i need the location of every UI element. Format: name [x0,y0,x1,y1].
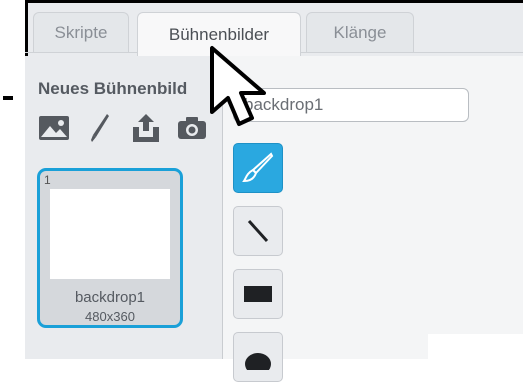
paint-brush-icon[interactable] [83,112,117,144]
new-backdrop-tools [37,112,221,144]
backdrop-number: 1 [44,173,51,187]
camera-icon[interactable] [175,112,209,144]
ellipse-tool-button[interactable] [233,332,283,382]
upload-icon[interactable] [129,112,163,144]
mouse-cursor-icon [210,46,266,126]
backdrop-preview [50,189,170,279]
rectangle-icon [244,286,272,302]
brush-icon [242,152,274,183]
brush-tool-button[interactable] [233,143,283,193]
edge-mark [3,96,13,100]
new-backdrop-label: Neues Bühnenbild [38,79,188,98]
backdrop-name: backdrop1 [74,289,146,306]
image-library-icon[interactable] [37,112,71,144]
backdrop-thumbnail[interactable]: 1 backdrop1 480x360 [37,168,183,328]
rectangle-tool-button[interactable] [233,269,283,319]
line-icon [247,219,269,243]
backdrop-size: 480x360 [85,309,135,324]
backdrop-list-panel: Neues Bühnenbild 1 backdrop1 480x360 [25,56,223,359]
line-tool-button[interactable] [233,206,283,256]
tab-scripts[interactable]: Skripte [33,12,129,52]
ellipse-icon [245,353,271,370]
tab-sounds[interactable]: Klänge [306,12,414,52]
canvas-area[interactable] [428,334,523,359]
